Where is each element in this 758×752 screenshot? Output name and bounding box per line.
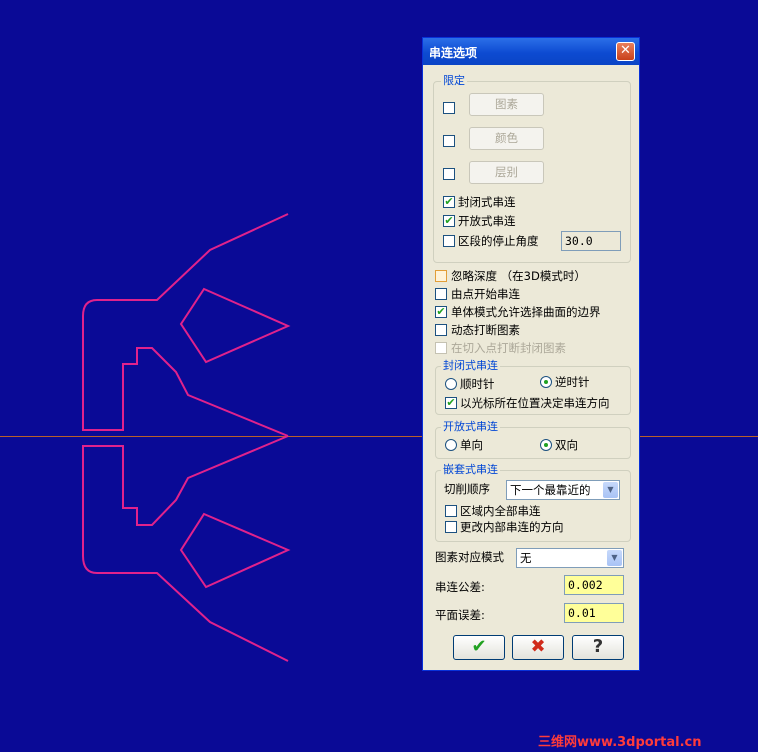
surface-boundary-label: 单体模式允许选择曲面的边界 [451,305,601,319]
chevron-down-icon: ▼ [603,482,618,498]
close-button[interactable]: ✕ [616,42,635,61]
checkmark-icon: ✔ [471,636,487,657]
dialog-title: 串连选项 [429,46,478,60]
ignore-depth-label: 忽略深度 （在3D模式时） [451,269,586,283]
entity-match-select[interactable]: 无 ▼ [516,548,624,568]
two-way-label: 双向 [555,438,578,452]
cut-order-label: 切削顺序 [444,482,490,496]
level-checkbox[interactable] [443,168,455,180]
closed-chain-checkbox[interactable]: ✔ [443,196,455,208]
chain-tolerance-label: 串连公差: [435,580,485,594]
upper-contour [82,213,289,437]
watermark-text: 三维网www.3dportal.cn [538,735,702,750]
entity-match-value: 无 [520,551,532,565]
counterclockwise-radio[interactable] [540,376,552,388]
cancel-button[interactable]: ✖ [512,635,564,660]
help-icon: ? [592,636,604,657]
lower-pocket [179,512,291,589]
dynamic-break-checkbox[interactable] [435,324,447,336]
level-button[interactable]: 层别 [469,161,544,184]
stop-angle-label: 区段的停止角度 [458,234,539,248]
open-chain-label: 开放式串连 [458,214,516,228]
start-from-point-checkbox[interactable] [435,288,447,300]
ignore-depth-checkbox[interactable] [435,270,447,282]
all-in-region-checkbox[interactable] [445,505,457,517]
one-way-label: 单向 [460,438,483,452]
one-way-radio[interactable] [445,439,457,451]
break-closed-label: 在切入点打断封闭图素 [451,341,566,355]
cut-order-select[interactable]: 下一个最靠近的 ▼ [506,480,620,500]
cursor-direction-checkbox[interactable]: ✔ [445,397,457,409]
entity-checkbox[interactable] [443,102,455,114]
chain-tolerance-field[interactable]: 0.002 [564,575,624,595]
color-button[interactable]: 颜色 [469,127,544,150]
lower-contour [82,435,289,662]
ok-button[interactable]: ✔ [453,635,505,660]
chain-options-dialog: 串连选项 ✕ 限定 图素 颜色 层别 ✔ 封闭式串连 ✔ 开放式串连 区段的停止… [422,37,640,671]
limit-group-title: 限定 [441,74,467,87]
stop-angle-field[interactable]: 30.0 [561,231,621,251]
open-chain-checkbox[interactable]: ✔ [443,215,455,227]
close-icon: ✕ [620,43,631,58]
closed-chain-label: 封闭式串连 [458,195,516,209]
upper-pocket [179,287,291,364]
cut-order-value: 下一个最靠近的 [510,483,591,497]
clockwise-radio[interactable] [445,378,457,390]
help-button[interactable]: ? [572,635,624,660]
cad-viewport[interactable] [0,0,758,752]
nested-chain-group-title: 嵌套式串连 [441,463,500,476]
change-inner-direction-checkbox[interactable] [445,521,457,533]
clockwise-label: 顺时针 [460,377,495,391]
break-closed-checkbox [435,342,447,354]
surface-boundary-checkbox[interactable]: ✔ [435,306,447,318]
stop-angle-checkbox[interactable] [443,235,455,247]
all-in-region-label: 区域内全部串连 [460,504,541,518]
closed-chain-group-title: 封闭式串连 [441,359,500,372]
chevron-down-icon: ▼ [607,550,622,566]
change-inner-direction-label: 更改内部串连的方向 [460,520,564,534]
counterclockwise-label: 逆时针 [555,375,590,389]
cross-icon: ✖ [530,636,546,657]
plane-error-field[interactable]: 0.01 [564,603,624,623]
two-way-radio[interactable] [540,439,552,451]
entity-button[interactable]: 图素 [469,93,544,116]
chain-geometry[interactable] [0,0,758,752]
open-chain-group-title: 开放式串连 [441,420,500,433]
dynamic-break-label: 动态打断图素 [451,323,520,337]
start-from-point-label: 由点开始串连 [451,287,520,301]
entity-match-label: 图素对应模式 [435,550,504,564]
color-checkbox[interactable] [443,135,455,147]
cursor-direction-label: 以光标所在位置决定串连方向 [460,396,610,410]
dialog-titlebar[interactable]: 串连选项 ✕ [423,38,639,65]
plane-error-label: 平面误差: [435,608,485,622]
